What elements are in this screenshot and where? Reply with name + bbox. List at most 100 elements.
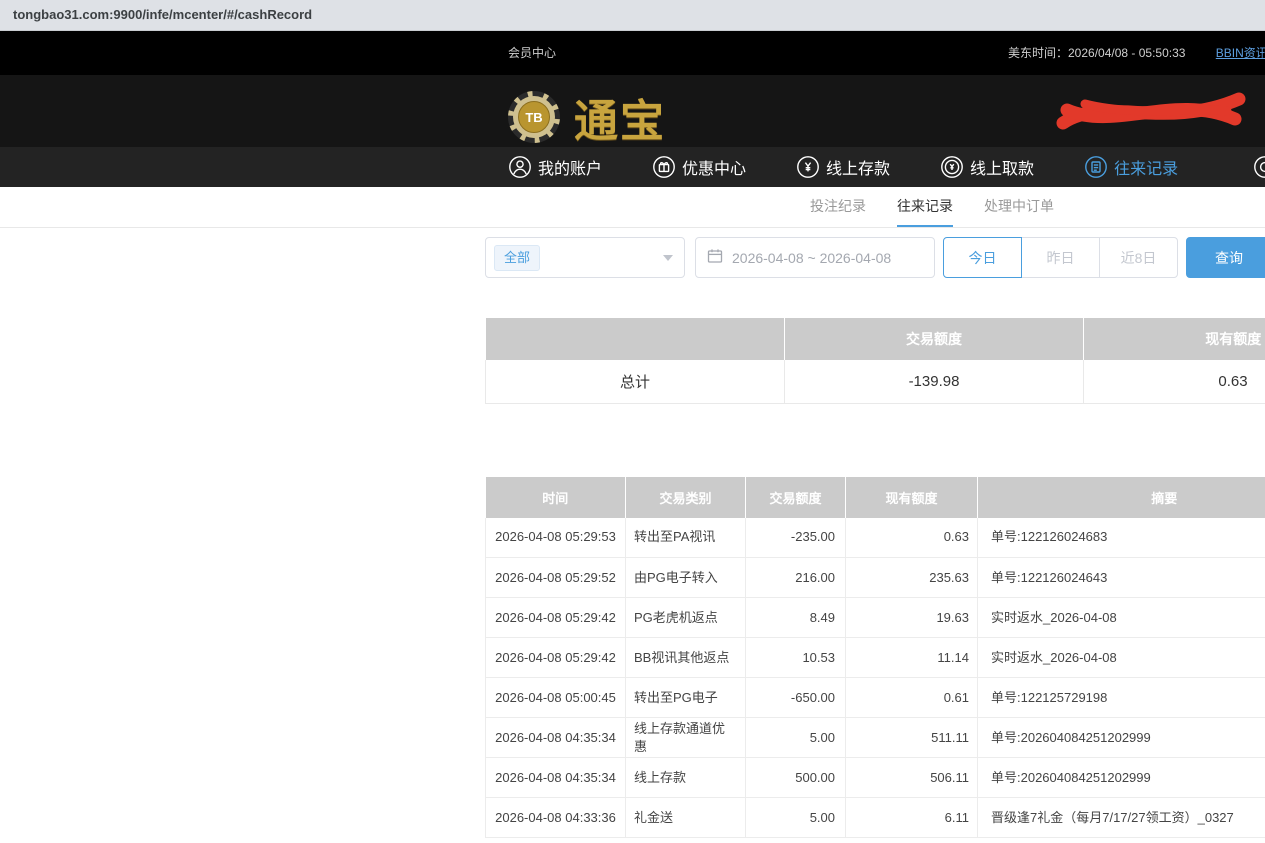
record-summary: 实时返水_2026-04-08 (978, 638, 1265, 678)
eastern-time-label: 美东时间：2026/04/08 - 05:50:33 (1008, 46, 1185, 60)
subnav-transaction-records[interactable]: 往来记录 (897, 187, 953, 227)
nav-item-withdraw[interactable]: 线上取款 (940, 155, 1034, 179)
record-amount: -650.00 (746, 678, 846, 718)
record-type: 转出至PA视讯 (626, 518, 746, 558)
record-time: 2026-04-08 05:29:53 (486, 518, 626, 558)
record-type: 转出至PG电子 (626, 678, 746, 718)
table-row: 2026-04-08 04:35:34 线上存款通道优惠 5.00 511.11… (486, 718, 1265, 758)
yesterday-button[interactable]: 昨日 (1021, 237, 1100, 278)
member-center-label[interactable]: 会员中心 (508, 31, 556, 75)
bbin-news-link[interactable]: BBIN资讯 (1216, 46, 1265, 60)
type-select-value: 全部 (494, 245, 540, 271)
record-time: 2026-04-08 05:29:42 (486, 638, 626, 678)
record-summary: 单号:202604084251202999 (978, 758, 1265, 798)
records-header-row: 时间 交易类别 交易额度 现有额度 摘要 (486, 477, 1265, 518)
record-balance: 11.14 (846, 638, 978, 678)
subnav-betting-records[interactable]: 投注纪录 (810, 187, 866, 227)
record-type: BB视讯其他返点 (626, 638, 746, 678)
record-amount: 8.49 (746, 598, 846, 638)
record-summary: 实时返水_2026-04-08 (978, 598, 1265, 638)
record-icon (1084, 155, 1108, 179)
record-type: 礼金送 (626, 798, 746, 838)
nav-item-records[interactable]: 往来记录 (1084, 155, 1178, 179)
summary-total-row: 总计 -139.98 0.63 (486, 360, 1265, 403)
records-header-balance: 现有额度 (846, 477, 978, 518)
record-balance: 506.11 (846, 758, 978, 798)
record-summary: 晋级逢7礼金（每月7/17/27领工资）_0327 (978, 798, 1265, 838)
record-type: 线上存款通道优惠 (626, 718, 746, 758)
nav-item-extra[interactable] (1253, 155, 1265, 179)
topbar: 会员中心 美东时间：2026/04/08 - 05:50:33 BBIN资讯 (0, 31, 1265, 75)
records-header-amount: 交易额度 (746, 477, 846, 518)
summary-header-transaction: 交易额度 (785, 318, 1084, 360)
table-row: 2026-04-08 05:29:53 转出至PA视讯 -235.00 0.63… (486, 518, 1265, 558)
summary-balance-total: 0.63 (1084, 360, 1265, 403)
record-amount: 10.53 (746, 638, 846, 678)
nav-item-label: 我的账户 (538, 155, 602, 179)
url-bar[interactable]: tongbao31.com:9900/infe/mcenter/#/cashRe… (0, 0, 1265, 31)
table-row: 2026-04-08 05:29:42 PG老虎机返点 8.49 19.63 实… (486, 598, 1265, 638)
record-amount: 5.00 (746, 798, 846, 838)
user-icon (508, 155, 532, 179)
site-logo[interactable]: TB 通宝 (508, 85, 666, 149)
main-nav: 我的账户 优惠中心 线上存款 线上取款 (0, 147, 1265, 187)
nav-item-my-account[interactable]: 我的账户 (508, 155, 602, 179)
record-time: 2026-04-08 05:00:45 (486, 678, 626, 718)
chevron-down-icon (663, 255, 673, 261)
content-area: 全部 2026-04-08 ~ 2026-04-08 今日 昨日 近8日 查询 (485, 228, 1265, 838)
record-type: 线上存款 (626, 758, 746, 798)
quick-date-buttons: 今日 昨日 近8日 (943, 237, 1178, 278)
summary-transaction-total: -139.98 (785, 360, 1084, 403)
record-balance: 0.61 (846, 678, 978, 718)
table-row: 2026-04-08 04:33:36 礼金送 5.00 6.11 晋级逢7礼金… (486, 798, 1265, 838)
search-button[interactable]: 查询 (1186, 237, 1265, 278)
table-row: 2026-04-08 05:29:42 BB视讯其他返点 10.53 11.14… (486, 638, 1265, 678)
record-type: 由PG电子转入 (626, 558, 746, 598)
nav-item-label: 线上存款 (826, 155, 890, 179)
record-time: 2026-04-08 05:29:42 (486, 598, 626, 638)
record-amount: 216.00 (746, 558, 846, 598)
nav-item-label: 优惠中心 (682, 155, 746, 179)
summary-header-row: 交易额度 现有额度 (486, 318, 1265, 360)
sub-nav: 投注纪录 往来记录 处理中订单 (0, 187, 1265, 228)
summary-header-balance: 现有额度 (1084, 318, 1265, 360)
records-table: 时间 交易类别 交易额度 现有额度 摘要 2026-04-08 05:29:53… (485, 477, 1265, 839)
calendar-icon (707, 248, 723, 267)
record-summary: 单号:122126024643 (978, 558, 1265, 598)
filter-row: 全部 2026-04-08 ~ 2026-04-08 今日 昨日 近8日 查询 (485, 237, 1265, 278)
records-header-type: 交易类别 (626, 477, 746, 518)
date-range-value: 2026-04-08 ~ 2026-04-08 (732, 250, 891, 266)
record-balance: 6.11 (846, 798, 978, 838)
records-header-time: 时间 (486, 477, 626, 518)
summary-total-label: 总计 (486, 360, 785, 403)
record-balance: 511.11 (846, 718, 978, 758)
record-summary: 单号:202604084251202999 (978, 718, 1265, 758)
record-amount: 5.00 (746, 718, 846, 758)
last-8-days-button[interactable]: 近8日 (1099, 237, 1178, 278)
withdraw-icon (940, 155, 964, 179)
record-amount: 500.00 (746, 758, 846, 798)
record-type: PG老虎机返点 (626, 598, 746, 638)
record-balance: 235.63 (846, 558, 978, 598)
date-range-input[interactable]: 2026-04-08 ~ 2026-04-08 (695, 237, 935, 278)
today-button[interactable]: 今日 (943, 237, 1022, 278)
logo-chip-text: TB (518, 101, 550, 133)
record-balance: 0.63 (846, 518, 978, 558)
red-scribble-overlay (1055, 89, 1247, 135)
summary-header-empty (486, 318, 785, 360)
nav-item-promotions[interactable]: 优惠中心 (652, 155, 746, 179)
record-summary: 单号:122125729198 (978, 678, 1265, 718)
table-row: 2026-04-08 05:29:52 由PG电子转入 216.00 235.6… (486, 558, 1265, 598)
site-header: TB 通宝 (0, 75, 1265, 147)
topbar-right: 美东时间：2026/04/08 - 05:50:33 BBIN资讯 (1008, 31, 1265, 75)
subnav-processing-orders[interactable]: 处理中订单 (984, 187, 1054, 227)
deposit-icon (796, 155, 820, 179)
table-row: 2026-04-08 05:00:45 转出至PG电子 -650.00 0.61… (486, 678, 1265, 718)
records-header-summary: 摘要 (978, 477, 1265, 518)
nav-extra-icon (1253, 155, 1265, 179)
type-select[interactable]: 全部 (485, 237, 685, 278)
nav-item-label: 往来记录 (1114, 155, 1178, 179)
record-time: 2026-04-08 04:33:36 (486, 798, 626, 838)
gift-icon (652, 155, 676, 179)
nav-item-deposit[interactable]: 线上存款 (796, 155, 890, 179)
